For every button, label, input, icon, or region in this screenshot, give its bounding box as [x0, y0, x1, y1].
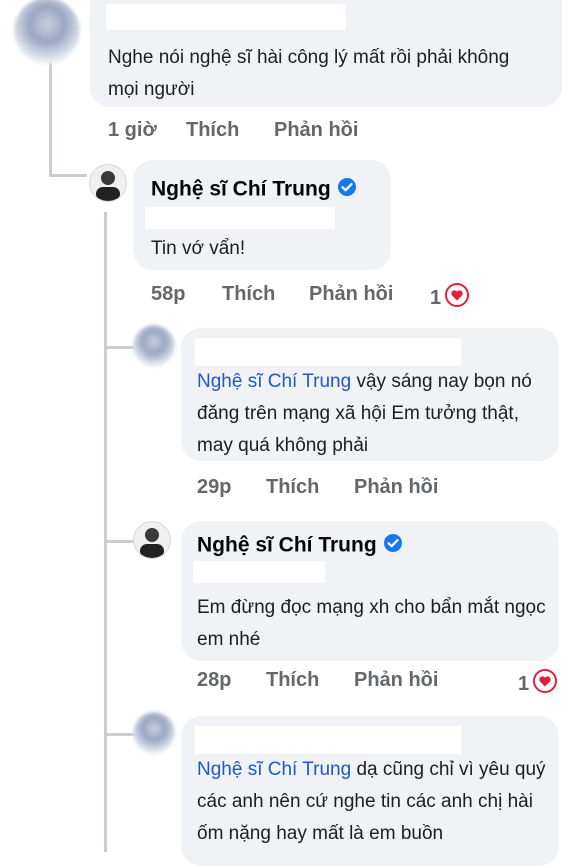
reply-button[interactable]: Phản hồi	[354, 476, 438, 499]
redacted-name	[195, 338, 461, 366]
reply-button[interactable]: Phản hồi	[274, 119, 358, 142]
comment-time: 58p	[151, 283, 186, 305]
author-name[interactable]: Nghệ sĩ Chí Trung	[151, 177, 357, 203]
redacted-subtitle	[193, 561, 325, 583]
heart-icon	[533, 669, 558, 699]
redacted-subtitle	[145, 207, 335, 229]
author-name-text[interactable]: Nghệ sĩ Chí Trung	[197, 534, 377, 557]
reply-button[interactable]: Phản hồi	[354, 669, 438, 692]
redacted-name	[106, 4, 346, 30]
author-name[interactable]: Nghệ sĩ Chí Trung	[197, 533, 403, 559]
author-name-text[interactable]: Nghệ sĩ Chí Trung	[151, 178, 331, 201]
reply-button[interactable]: Phản hồi	[309, 283, 393, 306]
commenter-avatar[interactable]	[133, 325, 175, 367]
reaction-count[interactable]: 1	[518, 669, 558, 699]
thread-line-main	[49, 62, 52, 177]
mention-link[interactable]: Nghệ sĩ Chí Trung	[197, 371, 351, 392]
comment-text: Nghệ sĩ Chí Trung dạ cũng chỉ vì yêu quý…	[197, 754, 549, 850]
comment-text: Nghe nói nghệ sĩ hài công lý mất rồi phả…	[108, 47, 510, 100]
reaction-number: 1	[430, 286, 442, 309]
comment-time: 28p	[197, 669, 232, 691]
verified-badge-icon	[337, 177, 357, 203]
comment-text: Tin vớ vẩn!	[151, 238, 246, 259]
comment-text: Em đừng đọc mạng xh cho bẩn mắt ngọc em …	[197, 597, 546, 650]
commenter-avatar[interactable]	[14, 0, 80, 64]
reaction-number: 1	[518, 672, 530, 695]
like-button[interactable]: Thích	[266, 476, 319, 499]
comment-text: Nghệ sĩ Chí Trung vậy sáng nay bọn nó đă…	[197, 366, 549, 462]
author-avatar[interactable]	[133, 521, 171, 559]
comment-time: 29p	[197, 476, 232, 498]
thread-line-main-curve	[49, 174, 87, 177]
like-button[interactable]: Thích	[266, 669, 319, 692]
comment-time: 1 giờ	[108, 119, 157, 141]
thread-line-reply	[104, 212, 107, 852]
like-button[interactable]: Thích	[186, 119, 239, 142]
mention-link[interactable]: Nghệ sĩ Chí Trung	[197, 759, 351, 780]
reaction-count[interactable]: 1	[430, 283, 470, 313]
redacted-name	[195, 726, 461, 754]
like-button[interactable]: Thích	[222, 283, 275, 306]
heart-icon	[445, 283, 470, 313]
commenter-avatar[interactable]	[133, 712, 175, 754]
verified-badge-icon	[383, 533, 403, 559]
author-avatar[interactable]	[89, 164, 127, 202]
